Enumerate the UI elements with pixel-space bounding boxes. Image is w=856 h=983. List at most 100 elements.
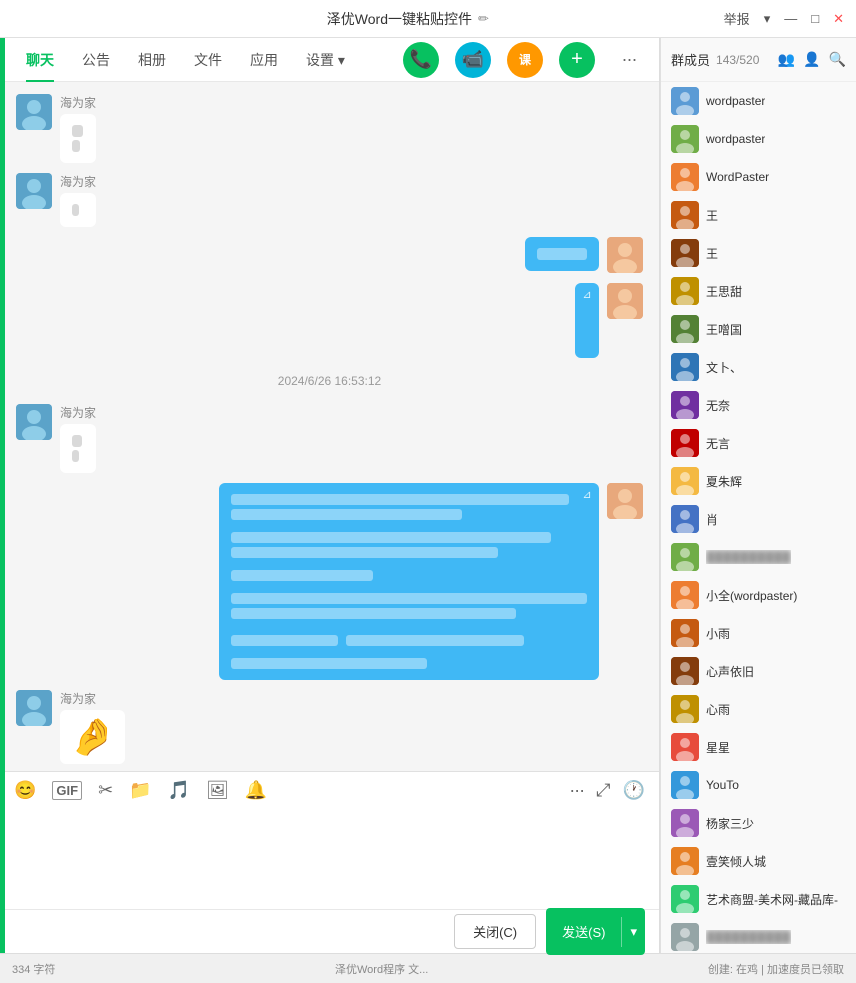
member-item[interactable]: 夏朱辉 [661,462,856,500]
add-button[interactable]: + [559,42,595,78]
member-item[interactable]: 心声依旧 [661,652,856,690]
member-name: 心雨 [706,701,730,718]
report-label[interactable]: 举报 [724,9,750,28]
title-bar: 泽优Word一键粘贴控件 ✏ 举报 ▾ — □ ✕ [0,0,856,38]
gif-button[interactable]: GIF [52,781,82,800]
member-avatar [671,467,699,495]
member-item[interactable]: 艺术商盟-美术网-藏品库- [661,880,856,918]
member-name: 王 [706,245,718,262]
member-item[interactable]: 壹笑倾人城 [661,842,856,880]
member-avatar [671,619,699,647]
messages-area[interactable]: 海为家 海为家 [0,82,659,771]
member-item[interactable]: 杨家三少 [661,804,856,842]
member-item[interactable]: ██████████ [661,918,856,953]
sender-name: 海为家 [60,690,125,707]
member-name: 杨家三少 [706,815,754,832]
send-label: 发送(S) [546,915,621,948]
message-bubble [60,114,96,163]
music-button[interactable]: 🎵 [168,780,190,801]
member-item[interactable]: wordpaster [661,120,856,158]
send-dropdown-arrow[interactable]: ▾ [621,917,645,947]
expand-button[interactable]: ⤢ [596,780,610,801]
member-item[interactable]: 心雨 [661,690,856,728]
emoji-button[interactable]: 😊 [14,780,36,801]
blurred-content [537,248,587,260]
group-manage-icon[interactable]: 👥 [778,51,795,68]
folder-button[interactable]: 📁 [129,780,151,801]
blurred-content [231,494,569,505]
member-panel: 群成员 143/520 👥 👤 🔍 wordpasterwordpasterWo… [660,38,856,953]
member-item[interactable]: wordpaster [661,82,856,120]
tab-apps[interactable]: 应用 [236,38,292,82]
image-button[interactable]: 🖼 [206,780,229,801]
notify-button[interactable]: 🔔 [245,780,267,801]
blurred-content [231,509,462,520]
member-item[interactable]: 王思甜 [661,272,856,310]
more-button[interactable]: ··· [611,42,647,78]
tab-album[interactable]: 相册 [124,38,180,82]
member-item[interactable]: WordPaster [661,158,856,196]
member-item[interactable]: ██████████ [661,538,856,576]
sender-name: 海为家 [60,94,96,111]
member-item[interactable]: 无奈 [661,386,856,424]
avatar [16,94,52,130]
history-button[interactable]: 🕐 [623,780,645,801]
status-right: 创建: 在鸡 | 加速度员已领取 [708,961,844,977]
member-item[interactable]: 无言 [661,424,856,462]
phone-button[interactable]: 📞 [403,42,439,78]
tab-settings[interactable]: 设置 ▾ [292,38,359,82]
member-avatar [671,543,699,571]
member-avatar [671,581,699,609]
member-name: wordpaster [706,94,765,108]
member-item[interactable]: 肖 [661,500,856,538]
message-input[interactable] [14,817,645,887]
tab-chat[interactable]: 聊天 [12,38,68,82]
member-name: 肖 [706,511,718,528]
blurred-content [72,435,82,447]
tab-files[interactable]: 文件 [180,38,236,82]
maximize-button[interactable]: □ [811,11,819,26]
message-row: 海为家 [16,404,643,473]
phone-icon: 📞 [410,49,432,70]
member-item[interactable]: 王 [661,196,856,234]
member-title: 群成员 [671,50,710,69]
char-count: 334 字符 [12,961,55,977]
more-tools-button[interactable]: ··· [569,780,584,801]
member-item[interactable]: 星星 [661,728,856,766]
member-item[interactable]: 小全(wordpaster) [661,576,856,614]
member-item[interactable]: 王 [661,234,856,272]
avatar [16,404,52,440]
nav-tabs: 聊天 公告 相册 文件 应用 设置 ▾ 📞 📹 课 + ··· [0,38,659,82]
member-name: wordpaster [706,132,765,146]
timestamp: 2024/6/26 16:53:12 [16,374,643,388]
member-item[interactable]: YouTo [661,766,856,804]
message-row: ⊿ [16,483,643,680]
send-button[interactable]: 发送(S) ▾ [546,908,645,955]
member-avatar [671,125,699,153]
member-name: 小雨 [706,625,730,642]
video-button[interactable]: 📹 [455,42,491,78]
left-accent [0,38,5,953]
close-button[interactable]: ✕ [833,11,844,27]
dropdown-icon[interactable]: ▾ [764,11,771,27]
member-avatar [671,733,699,761]
close-chat-button[interactable]: 关闭(C) [454,914,536,949]
cut-button[interactable]: ✂ [98,780,113,801]
tab-announcement[interactable]: 公告 [68,38,124,82]
class-button[interactable]: 课 [507,42,543,78]
member-name: 小全(wordpaster) [706,587,797,604]
collapse-button[interactable]: ⊿ [579,287,595,303]
message-content: 海为家 🤌 [60,690,125,764]
member-name: 心声依旧 [706,663,754,680]
collapse-button[interactable]: ⊿ [579,487,595,503]
member-avatar [671,315,699,343]
add-member-icon[interactable]: 👤 [803,51,820,68]
message-content: 海为家 [60,173,96,227]
member-item[interactable]: 小雨 [661,614,856,652]
search-member-icon[interactable]: 🔍 [829,51,846,68]
minimize-button[interactable]: — [784,11,797,26]
edit-icon[interactable]: ✏ [478,11,489,27]
member-avatar [671,201,699,229]
member-item[interactable]: 王噌国 [661,310,856,348]
member-item[interactable]: 文卜、 [661,348,856,386]
